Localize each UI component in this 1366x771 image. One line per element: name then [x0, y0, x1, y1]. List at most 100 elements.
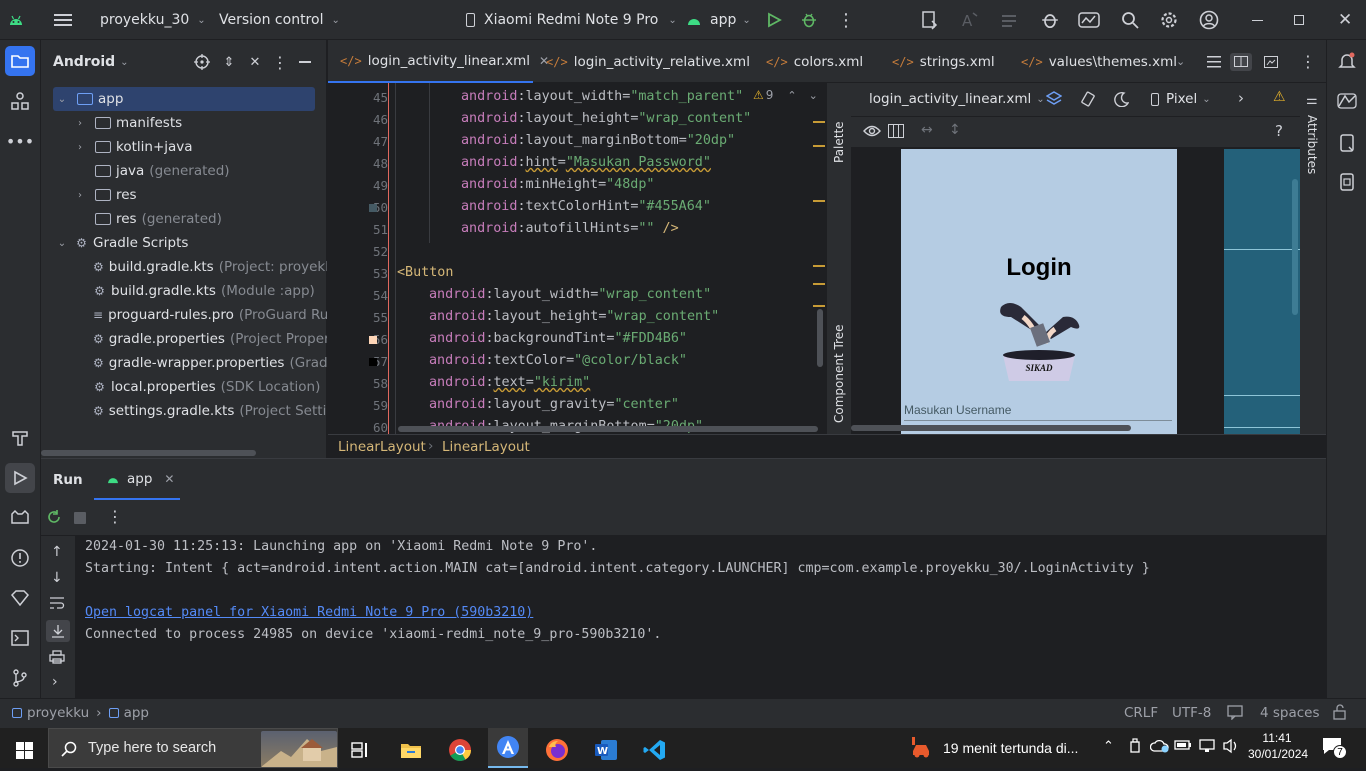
warning-icon[interactable]: ⚠: [1273, 89, 1286, 105]
code-line[interactable]: android:autofillHints="" />: [461, 221, 679, 236]
tree-item-build-gradle-project[interactable]: ⚙ build.gradle.kts (Project: proyekku: [41, 255, 327, 279]
volume-icon[interactable]: [1222, 738, 1240, 754]
component-tree-tab[interactable]: Component Tree: [832, 311, 846, 423]
warning-marker[interactable]: [813, 283, 825, 285]
code-line[interactable]: android:minHeight="48dp": [461, 177, 655, 192]
search-icon[interactable]: [1121, 0, 1139, 40]
attributes-icon[interactable]: ⚌: [1306, 93, 1318, 108]
preview-device-selector[interactable]: Pixel ⌄: [1151, 91, 1211, 107]
hide-panel-icon[interactable]: [299, 61, 311, 63]
breadcrumb-item[interactable]: LinearLayout: [442, 439, 530, 455]
arrow-down-icon[interactable]: ↓: [51, 570, 63, 586]
close-icon[interactable]: ✕: [1338, 0, 1352, 40]
horizontal-scrollbar[interactable]: [398, 426, 818, 432]
warning-marker[interactable]: [813, 305, 825, 307]
file-encoding[interactable]: UTF-8: [1172, 705, 1211, 721]
night-mode-icon[interactable]: [1112, 90, 1130, 108]
panel-options-icon[interactable]: ⋮: [271, 52, 289, 72]
clock[interactable]: 11:41 30/01/2024: [1248, 731, 1308, 761]
tab-login-activity-relative[interactable]: </> login_activity_relative.xml: [546, 40, 750, 83]
code-line[interactable]: android:textColor="@color/black": [429, 353, 687, 368]
code-line[interactable]: android:hint="Masukan Password": [461, 155, 711, 170]
expand-all-icon[interactable]: ⇕: [220, 52, 238, 72]
minimize-icon[interactable]: [1252, 0, 1263, 40]
warning-marker[interactable]: [813, 200, 825, 202]
run-tab-app[interactable]: app ✕: [94, 459, 180, 500]
tab-colors[interactable]: </> colors.xml: [766, 40, 863, 83]
help-icon[interactable]: ?: [1275, 122, 1283, 140]
logcat-icon[interactable]: [5, 503, 35, 533]
warning-marker[interactable]: [813, 121, 825, 123]
code-line[interactable]: android:backgroundTint="#FDD4B6": [429, 331, 687, 346]
action-center-icon[interactable]: 7: [1322, 737, 1347, 759]
gemini-icon[interactable]: [1332, 86, 1362, 116]
chrome-icon[interactable]: [440, 732, 480, 768]
profiler-icon[interactable]: [1078, 0, 1100, 40]
tree-item-kotlin-java[interactable]: › kotlin+java: [41, 135, 327, 159]
apply-changes-icon[interactable]: A: [960, 0, 980, 40]
resource-manager-icon[interactable]: [5, 86, 35, 116]
scroll-to-end-icon[interactable]: [46, 620, 70, 642]
vertical-scrollbar[interactable]: [817, 309, 823, 367]
layout-file-selector[interactable]: login_activity_linear.xml ⌄: [869, 91, 1045, 107]
breadcrumb-item[interactable]: LinearLayout: [338, 439, 426, 455]
editor-options-icon[interactable]: ⋮: [1300, 40, 1316, 83]
word-icon[interactable]: W: [586, 732, 626, 768]
code-line[interactable]: android:layout_height="wrap_content": [461, 111, 751, 126]
color-swatch-icon[interactable]: [369, 204, 377, 212]
line-separator[interactable]: CRLF: [1124, 705, 1158, 721]
more-options-icon[interactable]: ⋮: [107, 507, 123, 526]
logcat-link[interactable]: Open logcat panel for Xiaomi Redmi Note …: [85, 605, 533, 620]
task-view-icon[interactable]: [340, 732, 380, 768]
running-devices-icon[interactable]: [1332, 167, 1362, 197]
device-manager-icon[interactable]: [1332, 128, 1362, 158]
tab-login-activity-linear[interactable]: </> login_activity_linear.xml ✕: [328, 40, 549, 83]
code-editor[interactable]: 45 android:layout_width="match_parent" 46 a…: [328, 83, 826, 434]
gear-icon[interactable]: [1159, 0, 1179, 40]
print-icon[interactable]: [49, 650, 65, 664]
color-swatch-icon[interactable]: [369, 358, 377, 366]
run-config-selector[interactable]: app ⌄: [686, 0, 751, 40]
code-line[interactable]: android:layout_marginBottom="20dp": [461, 133, 735, 148]
phone-preview[interactable]: Login SIKAD Masukan Username: [901, 149, 1177, 434]
previous-highlight-icon[interactable]: ⌃: [787, 89, 796, 102]
code-line[interactable]: android:layout_gravity="center": [429, 397, 679, 412]
warning-marker[interactable]: [813, 145, 825, 147]
close-tab-icon[interactable]: ✕: [164, 472, 174, 486]
restore-icon[interactable]: [1294, 0, 1304, 40]
code-line[interactable]: <Button: [397, 265, 453, 280]
code-line[interactable]: android:layout_width="match_parent": [461, 89, 743, 104]
inspection-widget[interactable]: ⚠ 9 ⌃ ⌄: [753, 88, 818, 102]
device-selector[interactable]: Xiaomi Redmi Note 9 Pro ⌄: [466, 0, 677, 40]
color-swatch-icon[interactable]: [369, 336, 377, 344]
next-highlight-icon[interactable]: ⌄: [809, 89, 818, 102]
taskbar-search-box[interactable]: Type here to search: [48, 728, 338, 768]
rerun-icon[interactable]: [46, 509, 62, 525]
split-view-icon[interactable]: [1230, 40, 1252, 83]
soft-wrap-icon[interactable]: [49, 596, 65, 610]
build-icon[interactable]: [5, 423, 35, 453]
collapse-all-icon[interactable]: ✕: [246, 52, 264, 72]
terminal-icon[interactable]: [5, 623, 35, 653]
horizontal-resize-icon[interactable]: ↔: [921, 122, 933, 138]
tab-strings[interactable]: </> strings.xml: [892, 40, 995, 83]
git-icon[interactable]: [5, 663, 35, 693]
onedrive-icon[interactable]: [1150, 739, 1170, 753]
project-selector[interactable]: proyekku_30 ⌄: [100, 0, 206, 40]
main-menu-icon[interactable]: [54, 0, 72, 40]
battery-icon[interactable]: [1174, 739, 1192, 751]
sync-gradle-icon[interactable]: [920, 0, 940, 40]
status-crumb-project[interactable]: proyekku: [27, 705, 89, 721]
readonly-toggle-icon[interactable]: [1227, 704, 1243, 720]
orientation-icon[interactable]: [1079, 90, 1097, 108]
code-line[interactable]: android:textColorHint="#455A64": [461, 199, 711, 214]
vertical-resize-icon[interactable]: ↕: [949, 122, 961, 138]
taskbar-notification[interactable]: 19 menit tertunda di...: [910, 728, 1078, 768]
indent-setting[interactable]: 4 spaces: [1260, 705, 1320, 721]
attach-debugger-icon[interactable]: [1040, 0, 1060, 40]
design-view-icon[interactable]: [1264, 40, 1278, 83]
tree-item-build-gradle-module[interactable]: ⚙ build.gradle.kts (Module :app): [41, 279, 327, 303]
tree-item-settings-gradle[interactable]: ⚙ settings.gradle.kts (Project Setting: [41, 399, 327, 423]
eye-icon[interactable]: [863, 124, 881, 138]
apply-code-changes-icon[interactable]: [1000, 0, 1020, 40]
